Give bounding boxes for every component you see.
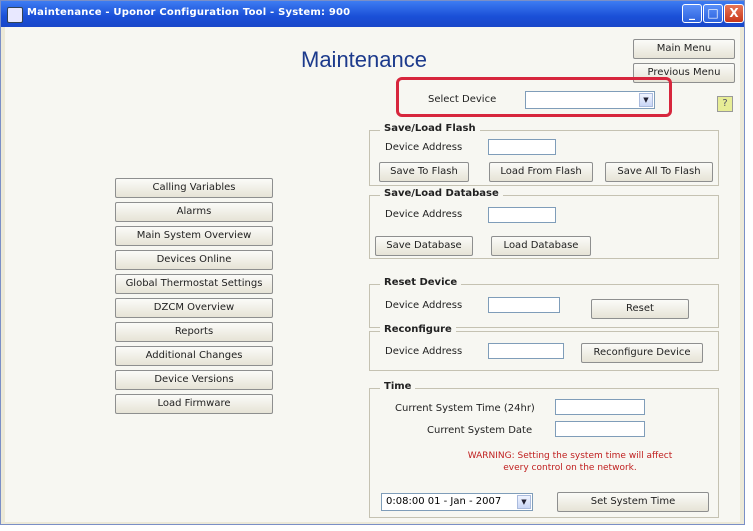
time-date-picker-value: 0:08:00 01 - Jan - 2007 xyxy=(386,496,502,507)
dzcm-overview-button[interactable]: DZCM Overview xyxy=(115,298,273,318)
additional-changes-button[interactable]: Additional Changes xyxy=(115,346,273,366)
time-warning: WARNING: Setting the system time will af… xyxy=(425,450,715,474)
app-window: Maintenance - Uponor Configuration Tool … xyxy=(0,0,745,525)
save-database-button[interactable]: Save Database xyxy=(375,236,473,256)
global-thermostat-settings-button[interactable]: Global Thermostat Settings xyxy=(115,274,273,294)
time-date-picker[interactable]: 0:08:00 01 - Jan - 2007 ▼ xyxy=(381,493,533,511)
reset-group-title: Reset Device xyxy=(380,277,462,288)
close-button[interactable]: X xyxy=(724,4,744,23)
highlight-annotation xyxy=(396,77,672,117)
reconfigure-group-title: Reconfigure xyxy=(380,324,456,335)
devices-online-button[interactable]: Devices Online xyxy=(115,250,273,270)
reconfigure-address-label: Device Address xyxy=(385,346,463,357)
current-time-label: Current System Time (24hr) xyxy=(395,403,535,414)
load-from-flash-button[interactable]: Load From Flash xyxy=(489,162,593,182)
load-firmware-button[interactable]: Load Firmware xyxy=(115,394,273,414)
client-area: Maintenance Main Menu Previous Menu ? Se… xyxy=(5,27,740,522)
database-group-title: Save/Load Database xyxy=(380,188,503,199)
current-time-field xyxy=(555,399,645,415)
flash-group-title: Save/Load Flash xyxy=(380,123,480,134)
reports-button[interactable]: Reports xyxy=(115,322,273,342)
time-group-title: Time xyxy=(380,381,416,392)
main-system-overview-button[interactable]: Main System Overview xyxy=(115,226,273,246)
lightbulb-help-icon[interactable]: ? xyxy=(717,96,733,112)
reconfigure-address-input[interactable] xyxy=(488,343,564,359)
app-icon xyxy=(7,7,23,23)
page-title: Maintenance xyxy=(301,47,427,72)
flash-address-input[interactable] xyxy=(488,139,556,155)
reset-address-label: Device Address xyxy=(385,300,463,311)
current-date-field xyxy=(555,421,645,437)
calling-variables-button[interactable]: Calling Variables xyxy=(115,178,273,198)
minimize-button[interactable]: _ xyxy=(682,4,702,23)
set-system-time-button[interactable]: Set System Time xyxy=(557,492,709,512)
reconfigure-device-button[interactable]: Reconfigure Device xyxy=(581,343,703,363)
alarms-button[interactable]: Alarms xyxy=(115,202,273,222)
time-warning-line1: WARNING: Setting the system time will af… xyxy=(467,451,673,461)
time-warning-line2: every control on the network. xyxy=(503,463,637,473)
save-to-flash-button[interactable]: Save To Flash xyxy=(379,162,469,182)
maximize-button[interactable]: □ xyxy=(703,4,723,23)
current-date-label: Current System Date xyxy=(427,425,533,436)
save-all-to-flash-button[interactable]: Save All To Flash xyxy=(605,162,713,182)
load-database-button[interactable]: Load Database xyxy=(491,236,591,256)
reset-address-input[interactable] xyxy=(488,297,560,313)
main-menu-button[interactable]: Main Menu xyxy=(633,39,735,59)
flash-address-label: Device Address xyxy=(385,142,463,153)
device-versions-button[interactable]: Device Versions xyxy=(115,370,273,390)
database-address-input[interactable] xyxy=(488,207,556,223)
reset-button[interactable]: Reset xyxy=(591,299,689,319)
database-address-label: Device Address xyxy=(385,209,463,220)
title-bar[interactable]: Maintenance - Uponor Configuration Tool … xyxy=(1,1,744,27)
chevron-down-icon[interactable]: ▼ xyxy=(517,495,531,509)
window-title: Maintenance - Uponor Configuration Tool … xyxy=(27,7,351,18)
